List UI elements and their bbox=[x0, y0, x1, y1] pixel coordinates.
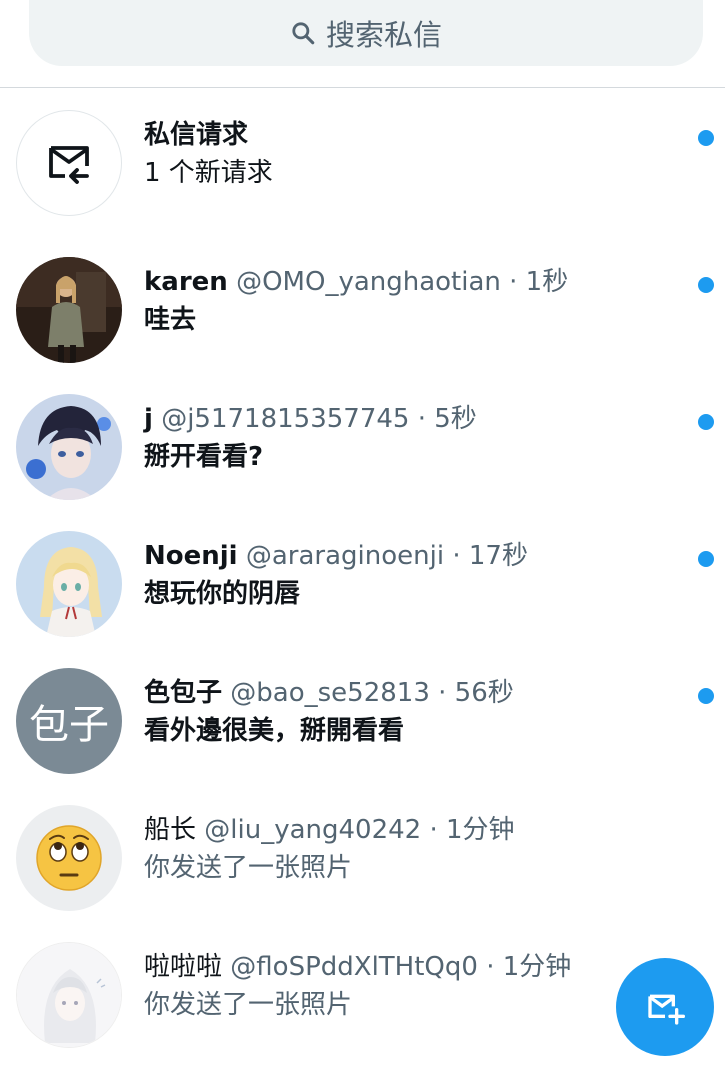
unread-dot bbox=[698, 414, 714, 430]
conversation-preview: 你发送了一张照片 bbox=[144, 853, 353, 883]
conversation-header: karen @OMO_yanghaotian · 1秒 bbox=[144, 267, 569, 297]
avatar[interactable] bbox=[16, 394, 122, 500]
conversation-header: 船长 @liu_yang40242 · 1分钟 bbox=[144, 815, 515, 845]
search-icon bbox=[292, 22, 315, 45]
avatar[interactable] bbox=[16, 942, 122, 1048]
unread-dot bbox=[698, 130, 714, 146]
unread-dot bbox=[698, 688, 714, 704]
conversation-preview: 你发送了一张照片 bbox=[144, 990, 353, 1020]
search-input[interactable]: 搜索私信 bbox=[29, 0, 703, 66]
conversation-row[interactable]: karen @OMO_yanghaotian · 1秒 哇去 bbox=[0, 257, 725, 394]
message-requests-row[interactable]: 私信请求 1 个新请求 bbox=[0, 110, 725, 247]
conversation-preview: 哇去 bbox=[144, 305, 197, 335]
conversation-header: Noenji @araraginoenji · 17秒 bbox=[144, 541, 528, 571]
unread-dot bbox=[698, 277, 714, 293]
new-message-button[interactable] bbox=[616, 958, 714, 1056]
conversation-row[interactable]: 包子 色包子 @bao_se52813 · 56秒 看外邊很美，掰開看看 bbox=[0, 668, 725, 805]
conversation-row[interactable]: j @j5171815357745 · 5秒 掰开看看? bbox=[0, 394, 725, 531]
message-requests-subtitle: 1 个新请求 bbox=[144, 158, 273, 188]
avatar-initials: 包子 bbox=[29, 702, 109, 748]
avatar[interactable] bbox=[16, 531, 122, 637]
conversation-header: j @j5171815357745 · 5秒 bbox=[144, 404, 477, 434]
new-message-icon bbox=[648, 994, 685, 1025]
avatar[interactable]: 包子 bbox=[16, 668, 122, 774]
envelope-arrow-icon bbox=[49, 146, 89, 184]
conversation-preview: 想玩你的阴唇 bbox=[144, 579, 301, 609]
conversation-preview: 看外邊很美，掰開看看 bbox=[144, 716, 405, 746]
message-request-icon-circle bbox=[16, 110, 122, 216]
search-placeholder: 搜索私信 bbox=[325, 18, 442, 52]
message-requests-title: 私信请求 bbox=[144, 120, 249, 150]
eye-roll-emoji-icon bbox=[36, 825, 102, 891]
search-area: 搜索私信 bbox=[0, 0, 725, 88]
unread-dot bbox=[698, 551, 714, 567]
conversation-preview: 掰开看看? bbox=[144, 442, 264, 472]
avatar[interactable] bbox=[16, 257, 122, 363]
avatar[interactable] bbox=[16, 805, 122, 911]
conversation-header: 啦啦啦 @floSPddXlTHtQq0 · 1分钟 bbox=[144, 952, 572, 982]
conversation-row[interactable]: 船长 @liu_yang40242 · 1分钟 你发送了一张照片 bbox=[0, 805, 725, 942]
conversation-header: 色包子 @bao_se52813 · 56秒 bbox=[144, 678, 514, 708]
conversation-row[interactable]: Noenji @araraginoenji · 17秒 想玩你的阴唇 bbox=[0, 531, 725, 668]
